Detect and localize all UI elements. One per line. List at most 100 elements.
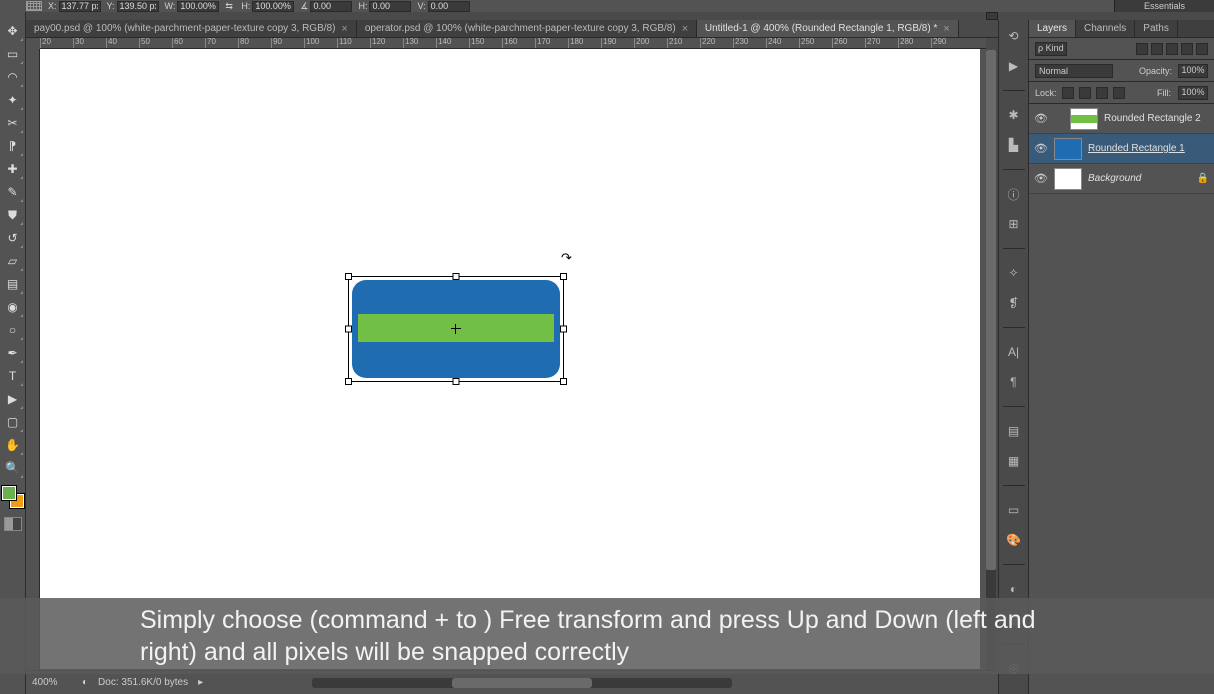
tab-layers[interactable]: Layers <box>1029 20 1076 37</box>
hand-tool[interactable]: ✋ <box>2 434 24 456</box>
history-icon[interactable]: ⟲ <box>1004 26 1024 46</box>
lock-all-icon[interactable] <box>1113 87 1125 99</box>
visibility-icon[interactable]: 👁 <box>1034 142 1048 155</box>
lock-position-icon[interactable] <box>1096 87 1108 99</box>
transform-handle[interactable] <box>560 326 567 333</box>
properties-icon[interactable]: ⊞ <box>1004 214 1024 234</box>
history-brush-tool[interactable]: ↺ <box>2 227 24 249</box>
rounded-rectangle-1[interactable] <box>352 280 560 378</box>
horizontal-ruler[interactable]: 20 30 40 50 60 70 80 90 100 110 120 130 … <box>40 38 986 49</box>
paragraph-styles-icon[interactable]: ❡ <box>1004 293 1024 313</box>
vertical-scrollbar[interactable] <box>986 50 996 670</box>
quickmask-toggle[interactable] <box>4 517 22 531</box>
x-input[interactable] <box>59 1 101 12</box>
channels-icon[interactable]: ▦ <box>1004 451 1024 471</box>
ref-point-icon[interactable] <box>26 1 42 11</box>
scrollbar-thumb[interactable] <box>452 678 592 688</box>
transform-handle[interactable] <box>560 378 567 385</box>
gradient-tool[interactable]: ▤ <box>2 273 24 295</box>
link-icon[interactable]: ⇆ <box>225 1 235 11</box>
ruler-origin[interactable] <box>26 38 40 49</box>
canvas-viewport[interactable]: ↷ <box>40 49 986 670</box>
layer-thumb[interactable] <box>1070 108 1098 130</box>
layer-row[interactable]: 👁 Rounded Rectangle 2 <box>1029 104 1214 134</box>
transform-handle[interactable] <box>453 273 460 280</box>
crop-tool[interactable]: ✂ <box>2 112 24 134</box>
layer-thumb[interactable] <box>1054 138 1082 160</box>
transform-handle[interactable] <box>345 378 352 385</box>
fill-value[interactable]: 100% <box>1178 86 1208 100</box>
close-icon[interactable]: × <box>943 23 949 35</box>
rounded-rectangle-2[interactable] <box>352 314 560 342</box>
layer-row[interactable]: 👁 Background 🔒 <box>1029 164 1214 194</box>
filter-type-icon[interactable] <box>1166 43 1178 55</box>
w-input[interactable] <box>177 1 219 12</box>
layer-name[interactable]: Rounded Rectangle 1 <box>1088 143 1185 154</box>
transform-handle[interactable] <box>560 273 567 280</box>
fg-color[interactable] <box>2 486 16 500</box>
move-tool[interactable]: ✥ <box>2 20 24 42</box>
actions-icon[interactable]: ▶ <box>1004 56 1024 76</box>
tab-channels[interactable]: Channels <box>1076 20 1135 37</box>
y-input[interactable] <box>117 1 159 12</box>
filter-adjust-icon[interactable] <box>1151 43 1163 55</box>
paragraph-icon[interactable]: ¶ <box>1004 372 1024 392</box>
lasso-tool[interactable]: ◠ <box>2 66 24 88</box>
path-select-tool[interactable]: ▶ <box>2 388 24 410</box>
doc-tab-1[interactable]: operator.psd @ 100% (white-parchment-pap… <box>357 20 697 37</box>
eyedropper-tool[interactable]: ⁋ <box>2 135 24 157</box>
hskew-input[interactable] <box>369 1 411 12</box>
shape-tool[interactable]: ▢ <box>2 411 24 433</box>
marquee-tool[interactable]: ▭ <box>2 43 24 65</box>
heal-tool[interactable]: ✚ <box>2 158 24 180</box>
canvas[interactable]: ↷ <box>40 49 980 669</box>
filter-kind-select[interactable]: ρ Kind <box>1035 42 1067 56</box>
opacity-value[interactable]: 100% <box>1178 64 1208 78</box>
tab-paths[interactable]: Paths <box>1135 20 1178 37</box>
zoom-level[interactable]: 400% <box>32 677 72 688</box>
layer-name[interactable]: Background <box>1088 173 1141 184</box>
zoom-tool[interactable]: 🔍 <box>2 457 24 479</box>
lock-transparent-icon[interactable] <box>1062 87 1074 99</box>
brushes-icon[interactable]: ▙ <box>1004 135 1024 155</box>
transform-handle[interactable] <box>345 273 352 280</box>
doc-size[interactable]: Doc: 351.6K/0 bytes <box>98 677 188 688</box>
close-icon[interactable]: × <box>341 23 347 35</box>
angle-input[interactable] <box>310 1 352 12</box>
type-tool[interactable]: T <box>2 365 24 387</box>
swatches-icon[interactable]: 🎨 <box>1004 530 1024 550</box>
visibility-icon[interactable]: 👁 <box>1034 172 1048 185</box>
character-icon[interactable]: ✧ <box>1004 263 1024 283</box>
vertical-ruler[interactable] <box>26 49 40 670</box>
brush-tool[interactable]: ✎ <box>2 181 24 203</box>
eraser-tool[interactable]: ▱ <box>2 250 24 272</box>
h-input[interactable] <box>252 1 294 12</box>
filter-shape-icon[interactable] <box>1181 43 1193 55</box>
info-icon[interactable]: ⓘ <box>1004 184 1024 204</box>
filter-smart-icon[interactable] <box>1196 43 1208 55</box>
lock-pixels-icon[interactable] <box>1079 87 1091 99</box>
horizontal-scrollbar[interactable] <box>312 678 732 688</box>
layer-row[interactable]: 👁 Rounded Rectangle 1 <box>1029 134 1214 164</box>
dodge-tool[interactable]: ○ <box>2 319 24 341</box>
filter-pixel-icon[interactable] <box>1136 43 1148 55</box>
vskew-input[interactable] <box>428 1 470 12</box>
navigator-icon[interactable]: ▭ <box>1004 500 1024 520</box>
layers-icon[interactable]: ▤ <box>1004 421 1024 441</box>
transform-handle[interactable] <box>345 326 352 333</box>
stamp-tool[interactable]: ⛊ <box>2 204 24 226</box>
chevron-right-icon[interactable]: ▸ <box>198 677 203 688</box>
workspace-switcher[interactable]: Essentials <box>1114 0 1214 12</box>
scrollbar-thumb[interactable] <box>986 50 996 570</box>
type-icon[interactable]: A| <box>1004 342 1024 362</box>
doc-tab-2[interactable]: Untitled-1 @ 400% (Rounded Rectangle 1, … <box>697 20 959 37</box>
visibility-icon[interactable]: 👁 <box>1034 112 1048 125</box>
adjustments-icon[interactable]: ◐ <box>1004 579 1024 599</box>
blur-tool[interactable]: ◉ <box>2 296 24 318</box>
blend-mode-select[interactable]: Normal <box>1035 64 1113 78</box>
brush-settings-icon[interactable]: ✱ <box>1004 105 1024 125</box>
color-swatches[interactable] <box>2 486 24 508</box>
layer-name[interactable]: Rounded Rectangle 2 <box>1104 113 1201 124</box>
pen-tool[interactable]: ✒ <box>2 342 24 364</box>
collapsed-panel-icon[interactable] <box>986 12 998 20</box>
